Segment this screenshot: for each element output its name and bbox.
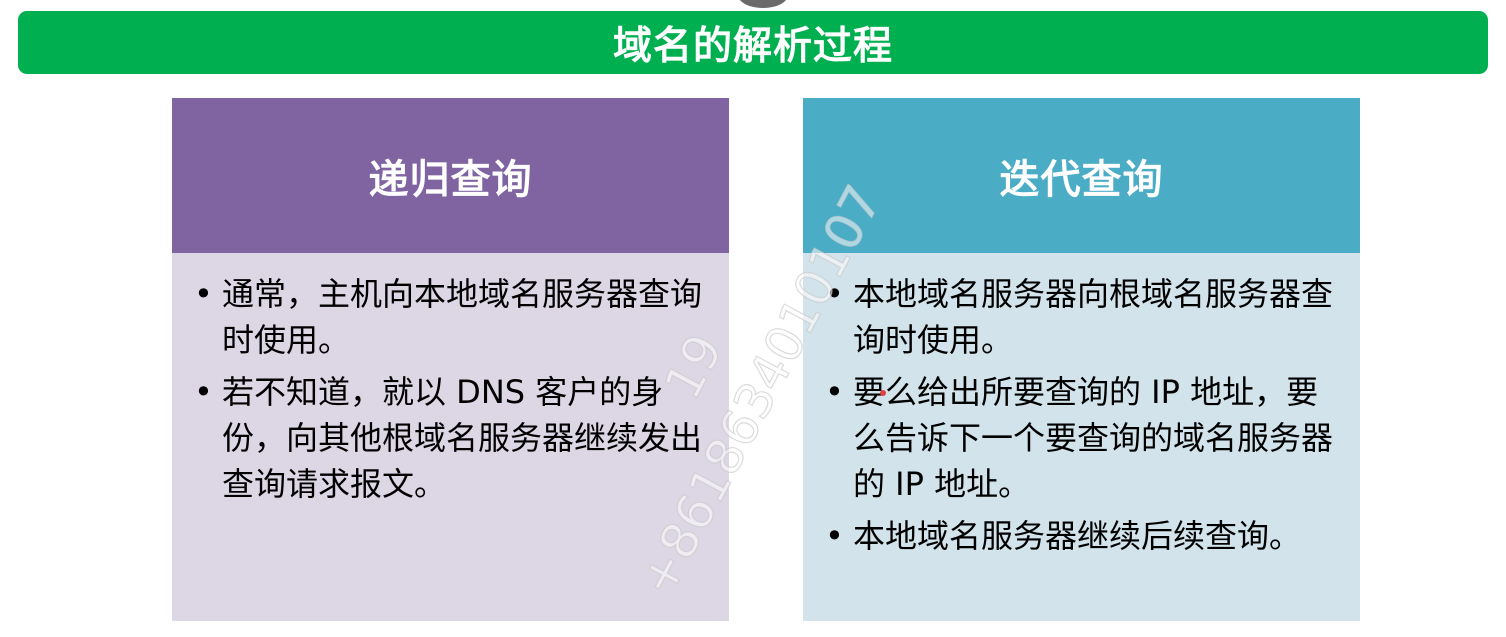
pointer-dot — [880, 390, 886, 396]
slide-title: 域名的解析过程 — [612, 23, 893, 69]
iterative-query-body: 本地域名服务器向根域名服务器查询时使用。 要么给出所要查询的 IP 地址，要么告… — [803, 253, 1360, 621]
bullet-item: 要么给出所要查询的 IP 地址，要么告诉下一个要查询的域名服务器的 IP 地址。 — [823, 369, 1342, 507]
bullet-item: 本地域名服务器继续后续查询。 — [823, 513, 1342, 559]
bullet-item: 本地域名服务器向根域名服务器查询时使用。 — [823, 271, 1342, 363]
bullet-item: 通常，主机向本地域名服务器查询时使用。 — [192, 271, 711, 363]
recursive-query-bullets: 通常，主机向本地域名服务器查询时使用。 若不知道，就以 DNS 客户的身份，向其… — [192, 271, 711, 507]
recursive-query-card: 递归查询 通常，主机向本地域名服务器查询时使用。 若不知道，就以 DNS 客户的… — [172, 98, 729, 621]
iterative-query-card: 迭代查询 本地域名服务器向根域名服务器查询时使用。 要么给出所要查询的 IP 地… — [803, 98, 1360, 621]
iterative-query-title: 迭代查询 — [999, 156, 1164, 203]
recursive-query-title: 递归查询 — [368, 156, 533, 203]
slide: 域名的解析过程 递归查询 通常，主机向本地域名服务器查询时使用。 若不知道，就以… — [0, 0, 1506, 637]
top-notch-decoration — [738, 0, 788, 8]
title-banner: 域名的解析过程 — [18, 11, 1488, 74]
recursive-query-body: 通常，主机向本地域名服务器查询时使用。 若不知道，就以 DNS 客户的身份，向其… — [172, 253, 729, 621]
iterative-query-header: 迭代查询 — [803, 98, 1360, 253]
iterative-query-bullets: 本地域名服务器向根域名服务器查询时使用。 要么给出所要查询的 IP 地址，要么告… — [823, 271, 1342, 559]
bullet-item: 若不知道，就以 DNS 客户的身份，向其他根域名服务器继续发出查询请求报文。 — [192, 369, 711, 507]
recursive-query-header: 递归查询 — [172, 98, 729, 253]
